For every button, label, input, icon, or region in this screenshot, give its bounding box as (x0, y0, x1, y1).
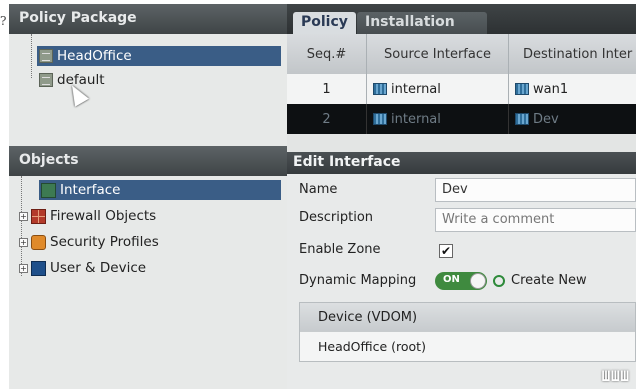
enable-zone-label: Enable Zone (299, 242, 381, 257)
column-header-seq[interactable]: Seq.# (287, 34, 367, 74)
seq-cell: 2 (287, 104, 367, 134)
dynamic-mapping-toggle[interactable]: ON (435, 272, 487, 290)
tree-item-label: User & Device (50, 260, 147, 276)
column-header-destination[interactable]: Destination Inter (509, 34, 636, 74)
destination-cell: wan1 (509, 74, 636, 104)
tab-installation[interactable]: Installation (357, 12, 487, 34)
user-icon (31, 260, 46, 276)
tree-item-security-profiles[interactable]: + Security Profiles (19, 232, 259, 252)
screen: Policy Package HeadOffice default Object… (9, 4, 636, 389)
policy-package-header: Policy Package (9, 4, 287, 34)
interface-icon (373, 113, 387, 125)
expand-icon[interactable]: + (19, 237, 28, 247)
left-column: Policy Package HeadOffice default Object… (9, 4, 287, 389)
policy-table-header: Seq.# Source Interface Destination Inter (287, 34, 636, 74)
security-icon (31, 234, 46, 250)
description-label: Description (299, 210, 374, 225)
table-row[interactable]: 2 internal Dev (287, 104, 636, 134)
tab-policy[interactable]: Policy (293, 12, 356, 34)
seq-cell: 1 (287, 74, 367, 104)
tree-item-firewall-objects[interactable]: + Firewall Objects (19, 206, 259, 226)
tree-item-interface[interactable]: Interface (39, 180, 281, 200)
column-header-source[interactable]: Source Interface (367, 34, 509, 74)
table-row[interactable]: 1 internal wan1 (287, 74, 636, 104)
destination-value: wan1 (533, 81, 569, 97)
expand-icon[interactable]: + (19, 263, 28, 273)
name-label: Name (299, 182, 338, 197)
create-new-label: Create New (511, 273, 587, 288)
source-cell: internal (367, 104, 509, 134)
device-table-header[interactable]: Device (VDOM) (300, 303, 635, 331)
enable-zone-checkbox[interactable]: ✔ (439, 244, 453, 258)
tree-item-user-device[interactable]: + User & Device (19, 258, 259, 278)
table-row[interactable]: HeadOffice (root) (300, 331, 635, 361)
tab-bar: Policy Installation (287, 4, 636, 34)
package-icon (39, 73, 53, 87)
destination-cell: Dev (509, 104, 636, 134)
objects-tree: Interface + Firewall Objects + Security … (9, 176, 287, 389)
description-field[interactable]: Write a comment (435, 208, 636, 232)
edit-interface-panel: Edit Interface Name Dev Description Writ… (287, 152, 636, 389)
dynamic-mapping-label: Dynamic Mapping (299, 273, 417, 288)
objects-header: Objects (9, 146, 287, 176)
source-value: internal (391, 111, 441, 127)
toggle-knob (470, 273, 486, 289)
name-field[interactable]: Dev (435, 178, 636, 202)
tree-item-label: Firewall Objects (50, 208, 157, 224)
interface-icon (515, 83, 529, 95)
edit-interface-title: Edit Interface (287, 152, 636, 174)
destination-value: Dev (533, 111, 559, 127)
tree-item-label: Security Profiles (50, 234, 159, 250)
expand-icon[interactable]: + (19, 211, 28, 221)
interface-icon (515, 113, 529, 125)
package-icon (39, 49, 53, 63)
source-value: internal (391, 81, 441, 97)
add-icon (493, 274, 505, 287)
firewall-icon (31, 208, 46, 224)
tree-item-label: Interface (60, 182, 121, 198)
interface-icon (373, 83, 387, 95)
question-mark-glyph: ? (0, 14, 7, 28)
tree-item-headoffice[interactable]: HeadOffice (37, 46, 281, 66)
toggle-label: ON (443, 274, 460, 285)
policy-package-tree: HeadOffice default (9, 34, 287, 146)
create-new-button[interactable]: Create New (493, 273, 587, 288)
interface-icon (41, 182, 56, 198)
tree-item-label: HeadOffice (57, 48, 132, 64)
watermark: ШШШ (601, 369, 630, 385)
policy-table: Seq.# Source Interface Destination Inter… (287, 34, 636, 134)
right-column: Policy Installation Seq.# Source Interfa… (287, 4, 636, 389)
source-cell: internal (367, 74, 509, 104)
device-table: Device (VDOM) HeadOffice (root) (299, 302, 636, 362)
